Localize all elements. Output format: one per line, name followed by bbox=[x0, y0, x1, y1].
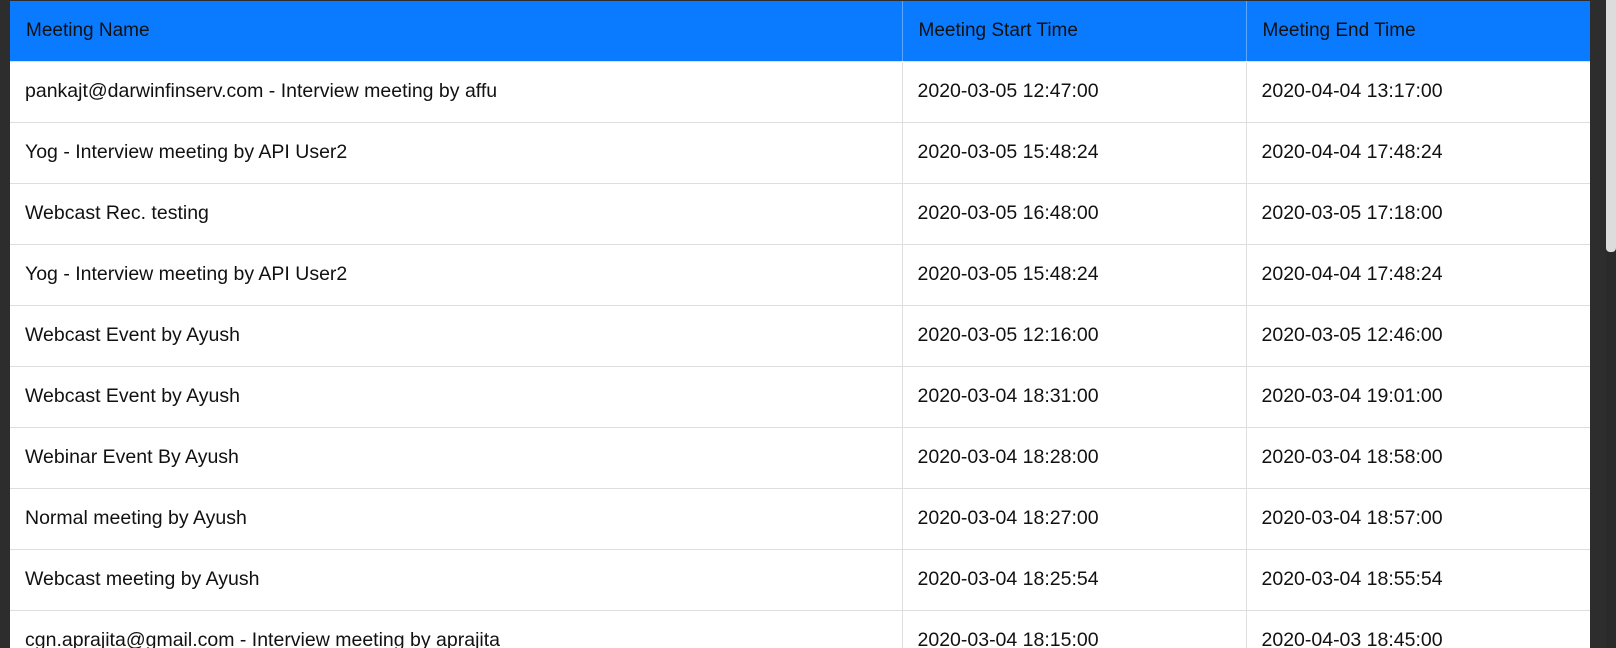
end-time-cell: 2020-04-04 17:48:24 bbox=[1246, 121, 1590, 183]
column-header-start-time[interactable]: Meeting Start Time bbox=[902, 1, 1247, 61]
table-row[interactable]: Webcast meeting by Ayush 2020-03-04 18:25… bbox=[10, 548, 1590, 610]
table-row[interactable]: Webinar Event By Ayush 2020-03-04 18:28:0… bbox=[10, 426, 1590, 488]
page-background: Meeting Name Meeting Start Time Meeting … bbox=[0, 0, 1616, 648]
meeting-name-cell: Webcast Event by Ayush bbox=[10, 304, 903, 366]
end-time-cell: 2020-03-05 17:18:00 bbox=[1246, 182, 1590, 244]
table-row[interactable]: Webcast Event by Ayush 2020-03-04 18:31:0… bbox=[10, 365, 1590, 427]
header-row: Meeting Name Meeting Start Time Meeting … bbox=[10, 1, 1590, 61]
table-row[interactable]: cgn.aprajita@gmail.com - Interview meeti… bbox=[10, 609, 1590, 648]
table-row[interactable]: Yog - Interview meeting by API User2 2020… bbox=[10, 121, 1590, 183]
meeting-name-cell: Webcast meeting by Ayush bbox=[10, 548, 903, 610]
column-header-meeting-name[interactable]: Meeting Name bbox=[10, 1, 903, 61]
end-time-cell: 2020-03-04 18:55:54 bbox=[1246, 548, 1590, 610]
end-time-cell: 2020-04-04 13:17:00 bbox=[1246, 60, 1590, 122]
start-time-cell: 2020-03-05 12:47:00 bbox=[902, 60, 1247, 122]
start-time-cell: 2020-03-04 18:28:00 bbox=[902, 426, 1247, 488]
meeting-name-cell: Normal meeting by Ayush bbox=[10, 487, 903, 549]
meeting-name-cell: Webinar Event By Ayush bbox=[10, 426, 903, 488]
end-time-cell: 2020-04-03 18:45:00 bbox=[1246, 609, 1590, 648]
meeting-name-cell: pankajt@darwinfinserv.com - Interview me… bbox=[10, 60, 903, 122]
meetings-table: Meeting Name Meeting Start Time Meeting … bbox=[10, 1, 1590, 648]
meeting-name-cell: Yog - Interview meeting by API User2 bbox=[10, 121, 903, 183]
start-time-cell: 2020-03-05 15:48:24 bbox=[902, 121, 1247, 183]
start-time-cell: 2020-03-04 18:15:00 bbox=[902, 609, 1247, 648]
meeting-name-cell: Webcast Rec. testing bbox=[10, 182, 903, 244]
end-time-cell: 2020-04-04 17:48:24 bbox=[1246, 243, 1590, 305]
start-time-cell: 2020-03-05 16:48:00 bbox=[902, 182, 1247, 244]
end-time-cell: 2020-03-05 12:46:00 bbox=[1246, 304, 1590, 366]
end-time-cell: 2020-03-04 18:57:00 bbox=[1246, 487, 1590, 549]
table-row[interactable]: Yog - Interview meeting by API User2 2020… bbox=[10, 243, 1590, 305]
table-row[interactable]: Webcast Event by Ayush 2020-03-05 12:16:0… bbox=[10, 304, 1590, 366]
start-time-cell: 2020-03-04 18:31:00 bbox=[902, 365, 1247, 427]
column-header-end-time[interactable]: Meeting End Time bbox=[1246, 1, 1590, 61]
scrollbar-thumb[interactable] bbox=[1606, 0, 1616, 252]
meeting-name-cell: Yog - Interview meeting by API User2 bbox=[10, 243, 903, 305]
start-time-cell: 2020-03-04 18:27:00 bbox=[902, 487, 1247, 549]
meetings-table-container: Meeting Name Meeting Start Time Meeting … bbox=[10, 1, 1590, 648]
end-time-cell: 2020-03-04 19:01:00 bbox=[1246, 365, 1590, 427]
start-time-cell: 2020-03-04 18:25:54 bbox=[902, 548, 1247, 610]
table-row[interactable]: Normal meeting by Ayush 2020-03-04 18:27:… bbox=[10, 487, 1590, 549]
end-time-cell: 2020-03-04 18:58:00 bbox=[1246, 426, 1590, 488]
table-header: Meeting Name Meeting Start Time Meeting … bbox=[10, 1, 1590, 61]
table-body: pankajt@darwinfinserv.com - Interview me… bbox=[10, 60, 1590, 648]
start-time-cell: 2020-03-05 15:48:24 bbox=[902, 243, 1247, 305]
start-time-cell: 2020-03-05 12:16:00 bbox=[902, 304, 1247, 366]
table-row[interactable]: Webcast Rec. testing 2020-03-05 16:48:00 2… bbox=[10, 182, 1590, 244]
meeting-name-cell: Webcast Event by Ayush bbox=[10, 365, 903, 427]
table-row[interactable]: pankajt@darwinfinserv.com - Interview me… bbox=[10, 60, 1590, 122]
meeting-name-cell: cgn.aprajita@gmail.com - Interview meeti… bbox=[10, 609, 903, 648]
